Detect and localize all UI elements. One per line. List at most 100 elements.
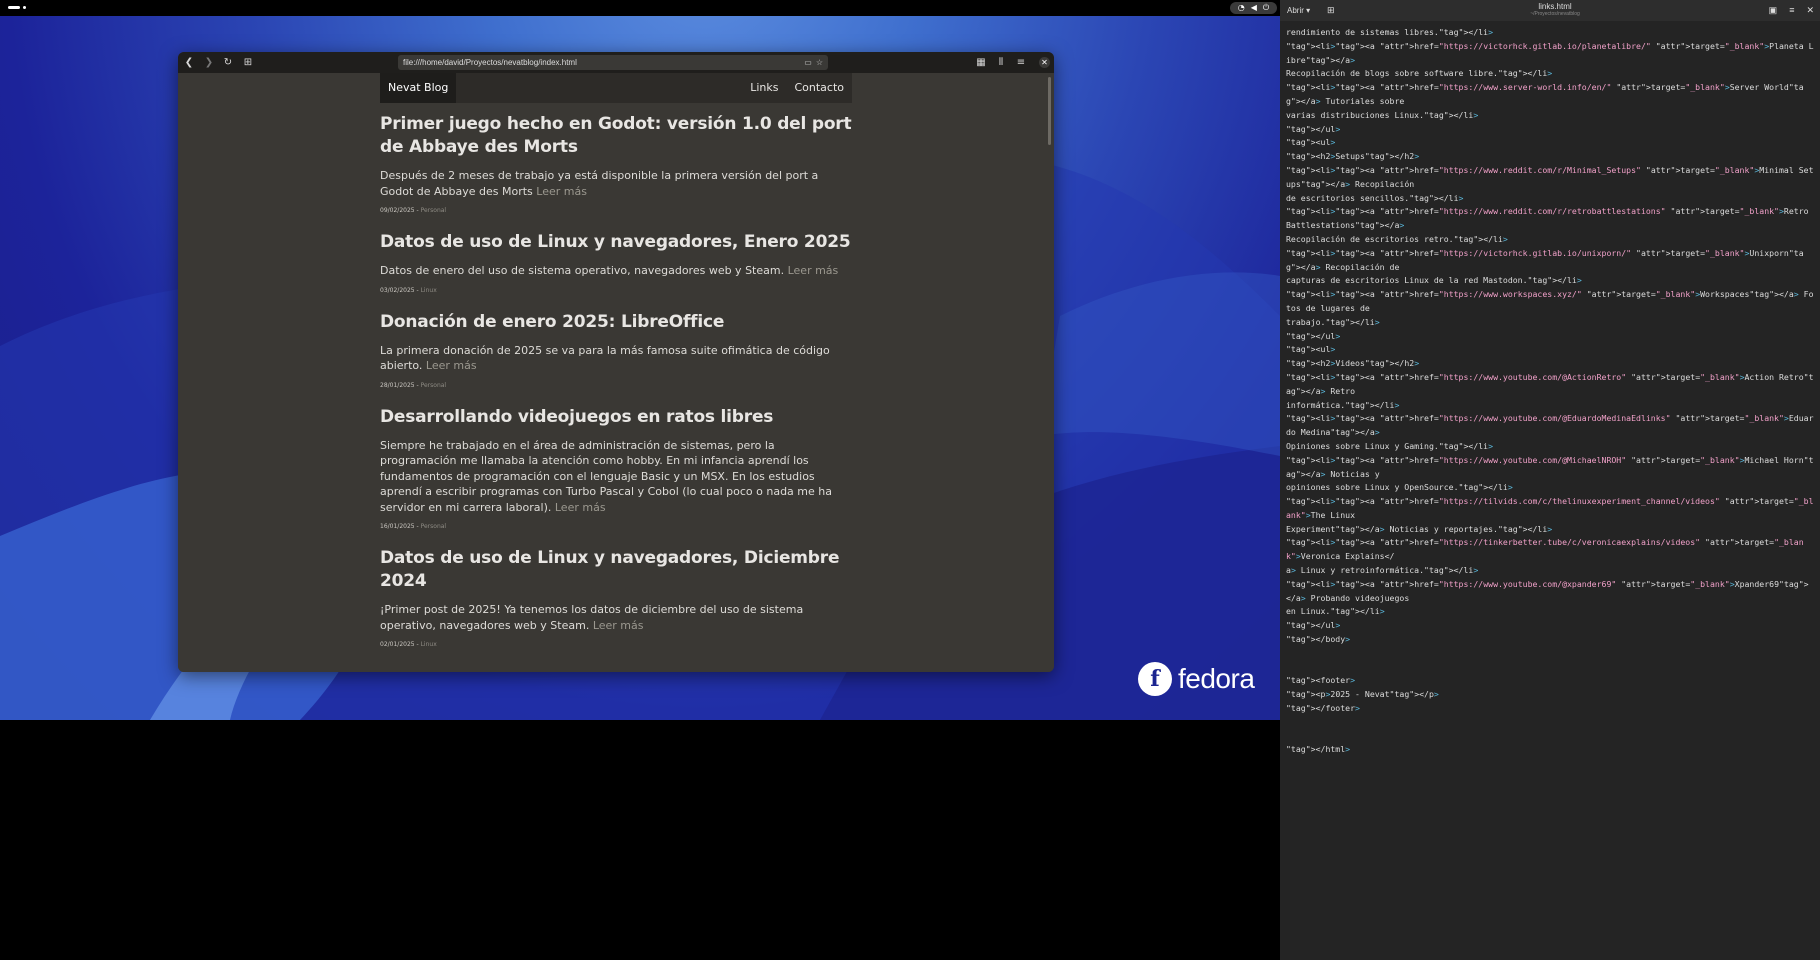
post-date: 28/01/2025 bbox=[380, 381, 415, 389]
page-scrollbar[interactable] bbox=[1048, 77, 1051, 145]
code-line: opiniones sobre Linux y OpenSource."tag"… bbox=[1286, 482, 1513, 493]
new-tab-icon[interactable]: ⊞ bbox=[241, 56, 255, 70]
workspace-active-pill bbox=[8, 6, 20, 9]
code-line: "tag"><h2>Videos"tag"></h2> bbox=[1286, 358, 1420, 369]
post-meta: 09/02/2025 - Personal bbox=[380, 207, 447, 214]
post-category-link[interactable]: Linux bbox=[421, 287, 437, 294]
editor-menu-icon[interactable]: ≡ bbox=[1789, 5, 1794, 16]
read-more-link[interactable]: Leer más bbox=[593, 619, 644, 632]
editor-headerbar: Abrir ▾ ⊞ links.html ~/Proyectos/nevatbl… bbox=[1280, 0, 1820, 21]
power-icon: ⏻ bbox=[1262, 3, 1270, 12]
post-title-link[interactable]: Donación de enero 2025: LibreOffice bbox=[380, 311, 852, 334]
code-line: "tag"><ul> bbox=[1286, 344, 1336, 355]
url-bar[interactable]: file:///home/david/Proyectos/nevatblog/i… bbox=[398, 55, 828, 70]
system-status-menu[interactable]: ◔ ◀ ⏻ bbox=[1230, 2, 1277, 14]
code-line: "tag"><ul> bbox=[1286, 137, 1336, 148]
read-more-link[interactable]: Leer más bbox=[426, 359, 477, 372]
reader-view-icon[interactable]: ▭ bbox=[804, 55, 812, 70]
code-line: "tag"><li>"tag"><a "attr">href="https://… bbox=[1286, 82, 1804, 106]
code-line: "tag"><li>"tag"><a "attr">href="https://… bbox=[1286, 289, 1814, 313]
post-item: Datos de uso de Linux y navegadores, Dic… bbox=[380, 547, 852, 649]
extensions-icon[interactable]: ▦ bbox=[974, 56, 988, 70]
code-view[interactable]: rendimiento de sistemas libres."tag"></l… bbox=[1286, 26, 1816, 757]
post-item: Primer juego hecho en Godot: versión 1.0… bbox=[380, 113, 852, 215]
code-line: "tag"><li>"tag"><a "attr">href="https://… bbox=[1286, 496, 1814, 520]
read-more-link[interactable]: Leer más bbox=[788, 264, 839, 277]
fedora-badge-icon: f bbox=[1138, 662, 1172, 696]
post-list: Primer juego hecho en Godot: versión 1.0… bbox=[380, 113, 852, 665]
post-title-link[interactable]: Datos de uso de Linux y navegadores, Ene… bbox=[380, 231, 852, 254]
nav-link-contacto[interactable]: Contacto bbox=[794, 73, 844, 103]
post-date: 02/01/2025 bbox=[380, 641, 415, 648]
reload-icon[interactable]: ↻ bbox=[221, 56, 235, 70]
code-line: Opiniones sobre Linux y Gaming."tag"></l… bbox=[1286, 440, 1494, 451]
code-line: rendimiento de sistemas libres."tag"></l… bbox=[1286, 27, 1494, 37]
bookmark-star-icon[interactable]: ☆ bbox=[816, 55, 823, 70]
library-icon[interactable]: ⫴ bbox=[994, 56, 1008, 70]
menu-icon[interactable]: ≡ bbox=[1014, 56, 1028, 70]
activities-indicator[interactable] bbox=[8, 6, 26, 9]
nav-link-links[interactable]: Links bbox=[750, 73, 778, 103]
volume-icon: ◀ bbox=[1250, 3, 1257, 12]
code-line: informática."tag"></li> bbox=[1286, 399, 1400, 410]
post-excerpt: Datos de enero del uso de sistema operat… bbox=[380, 264, 839, 277]
close-window-icon[interactable]: ✕ bbox=[1039, 57, 1050, 68]
post-date: 03/02/2025 bbox=[380, 286, 415, 294]
editor-file-title: links.html bbox=[1538, 2, 1572, 11]
fedora-logo: f fedora bbox=[1138, 662, 1255, 696]
site-brand-link[interactable]: Nevat Blog bbox=[380, 73, 457, 103]
editor-close-icon[interactable]: ✕ bbox=[1806, 5, 1814, 16]
post-excerpt: La primera donación de 2025 se va para l… bbox=[380, 343, 830, 373]
url-text: file:///home/david/Proyectos/nevatblog/i… bbox=[403, 58, 577, 67]
forward-icon[interactable]: ❯ bbox=[202, 56, 216, 70]
code-line: Experiment"tag"></a> Noticias y reportaj… bbox=[1286, 523, 1553, 534]
post-date: 09/02/2025 bbox=[380, 207, 415, 214]
post-excerpt: ¡Primer post de 2025! Ya tenemos los dat… bbox=[380, 603, 804, 632]
post-category-link[interactable]: Personal bbox=[421, 523, 447, 530]
open-file-button[interactable]: Abrir ▾ bbox=[1287, 6, 1310, 15]
post-meta: 16/01/2025 - Personal bbox=[380, 523, 447, 530]
code-line: capturas de escritorios Linux de la red … bbox=[1286, 275, 1582, 286]
code-line: "tag"></html> bbox=[1286, 744, 1351, 755]
code-line: "tag"></ul> bbox=[1286, 620, 1341, 631]
post-category-link[interactable]: Personal bbox=[421, 382, 447, 389]
post-title-link[interactable]: Datos de uso de Linux y navegadores, Dic… bbox=[380, 547, 852, 593]
code-line: "tag"><li>"tag"><a "attr">href="https://… bbox=[1286, 247, 1804, 272]
code-line: "tag"><footer> bbox=[1286, 675, 1356, 686]
post-date: 16/01/2025 bbox=[380, 523, 415, 530]
page-viewport[interactable]: Nevat Blog Links Contacto Primer juego h… bbox=[178, 73, 1054, 672]
code-line: "tag"><li>"tag"><a "attr">href="https://… bbox=[1286, 206, 1814, 231]
code-line: "tag"></ul> bbox=[1286, 330, 1341, 341]
post-title-link[interactable]: Desarrollando videojuegos en ratos libre… bbox=[380, 406, 852, 429]
code-line: Recopilación de blogs sobre software lib… bbox=[1286, 68, 1553, 79]
read-more-link[interactable]: Leer más bbox=[536, 185, 587, 198]
code-line: "tag"><li>"tag"><a "attr">href="https://… bbox=[1286, 413, 1814, 438]
code-line: a> Linux y retroinformática."tag"></li> bbox=[1286, 565, 1479, 576]
code-line: "tag"><li>"tag"><a "attr">href="https://… bbox=[1286, 164, 1814, 189]
code-line: "tag"><li>"tag"><a "attr">href="https://… bbox=[1286, 371, 1814, 396]
read-more-link[interactable]: Leer más bbox=[555, 501, 606, 514]
post-title-link[interactable]: Primer juego hecho en Godot: versión 1.0… bbox=[380, 113, 852, 159]
post-category-link[interactable]: Linux bbox=[421, 641, 437, 648]
post-item: Donación de enero 2025: LibreOffice La p… bbox=[380, 311, 852, 390]
save-icon[interactable]: ▣ bbox=[1769, 5, 1778, 16]
new-document-icon[interactable]: ⊞ bbox=[1327, 5, 1335, 16]
post-excerpt: Siempre he trabajado en el área de admin… bbox=[380, 438, 832, 514]
post-category-link[interactable]: Personal bbox=[421, 207, 447, 214]
back-icon[interactable]: ❮ bbox=[182, 56, 196, 70]
top-bar: ◔ ◀ ⏻ bbox=[0, 0, 1280, 16]
browser-window: ❮ ❯ ↻ ⊞ file:///home/david/Proyectos/nev… bbox=[178, 52, 1054, 672]
post-item: Desarrollando videojuegos en ratos libre… bbox=[380, 406, 852, 532]
code-line: "tag"></footer> bbox=[1286, 703, 1360, 714]
text-editor-window: Abrir ▾ ⊞ links.html ~/Proyectos/nevatbl… bbox=[1280, 0, 1820, 960]
code-line: varias distribuciones Linux."tag"></li> bbox=[1286, 109, 1479, 120]
code-line: "tag"></body> bbox=[1286, 634, 1351, 645]
workspace-dot bbox=[23, 6, 26, 9]
post-item: Datos de uso de Linux y navegadores, Ene… bbox=[380, 231, 852, 295]
editor-file-path: ~/Proyectos/nevatblog bbox=[1530, 11, 1580, 17]
code-line: en Linux."tag"></li> bbox=[1286, 606, 1385, 617]
